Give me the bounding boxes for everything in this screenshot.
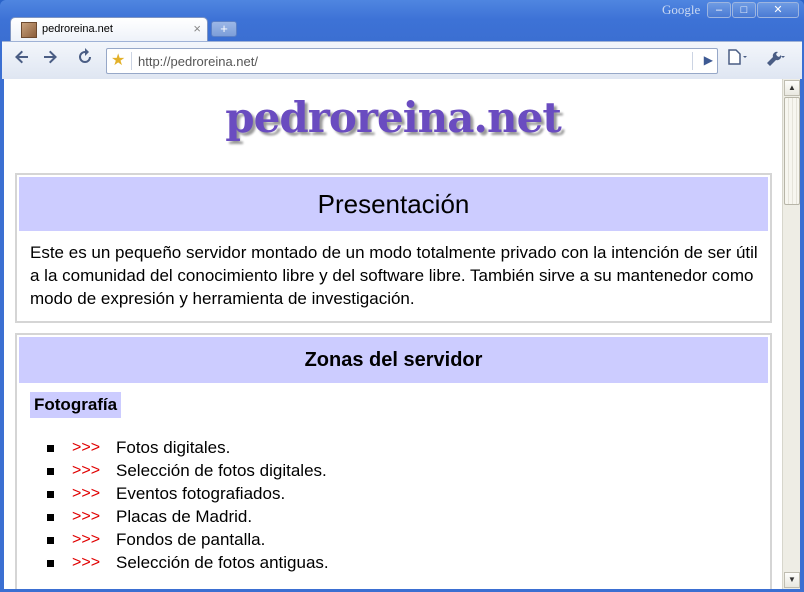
site-logo[interactable]: pedroreina.net — [4, 93, 782, 142]
bullet-icon — [47, 537, 54, 544]
minimize-button[interactable]: – — [707, 2, 731, 18]
tab-pedroreina[interactable]: pedroreina.net × — [10, 17, 208, 41]
tab-title: pedroreina.net — [42, 23, 113, 35]
tab-strip: pedroreina.net × + Google – □ ✕ — [0, 0, 804, 42]
list-item-text: Eventos fotografiados. — [116, 484, 286, 503]
list-item-text: Selección de fotos digitales. — [116, 461, 327, 480]
bullet-icon — [47, 468, 54, 475]
zones-box: Zonas del servidor Fotografía >>> Fotos d… — [15, 333, 772, 589]
address-bar[interactable]: ★ http://pedroreina.net/ ▶ — [106, 48, 718, 74]
favicon-icon — [21, 22, 37, 38]
go-icon[interactable]: ▶ — [704, 53, 713, 67]
new-tab-button[interactable]: + — [211, 21, 237, 37]
bullet-icon — [47, 491, 54, 498]
page-menu-icon[interactable] — [720, 48, 754, 72]
toolbar: ★ http://pedroreina.net/ ▶ — [2, 41, 802, 79]
presentation-heading: Presentación — [19, 177, 768, 231]
maximize-button[interactable]: □ — [732, 2, 756, 18]
scroll-down-button[interactable]: ▼ — [784, 572, 800, 588]
link-arrows[interactable]: >>> — [72, 482, 100, 505]
omnibox-divider — [131, 52, 132, 70]
page-viewport: pedroreina.net Presentación Este es un p… — [4, 79, 782, 589]
link-arrows[interactable]: >>> — [72, 459, 100, 482]
list-item-text: Placas de Madrid. — [116, 507, 253, 526]
presentation-text: Este es un pequeño servidor montado de u… — [30, 243, 758, 308]
close-window-button[interactable]: ✕ — [757, 2, 799, 18]
star-icon[interactable]: ★ — [111, 51, 125, 71]
browser-window: pedroreina.net × + Google – □ ✕ ★ http:/… — [0, 0, 804, 592]
omnibox-divider-right — [692, 52, 693, 70]
scroll-up-button[interactable]: ▲ — [784, 80, 800, 96]
forward-icon[interactable] — [36, 48, 64, 72]
list-item-text: Selección de fotos antiguas. — [116, 553, 329, 572]
list-item-text: Fondos de pantalla. — [116, 530, 266, 549]
bullet-icon — [47, 560, 54, 567]
reload-icon[interactable] — [71, 48, 99, 72]
list-item-text: Fotos digitales. — [116, 438, 231, 457]
vertical-scrollbar[interactable]: ▲ ▼ — [782, 79, 800, 589]
back-icon[interactable] — [8, 48, 36, 72]
section-label-fotografia: Fotografía — [30, 392, 122, 418]
zones-heading: Zonas del servidor — [19, 337, 768, 383]
scroll-thumb[interactable] — [784, 97, 800, 205]
wrench-icon[interactable] — [758, 48, 792, 72]
link-arrows[interactable]: >>> — [72, 436, 100, 459]
link-arrows[interactable]: >>> — [72, 505, 100, 528]
link-arrows[interactable]: >>> — [72, 551, 100, 574]
link-arrows[interactable]: >>> — [72, 528, 100, 551]
presentation-box: Presentación Este es un pequeño servidor… — [15, 173, 772, 323]
bullet-icon — [47, 514, 54, 521]
search-engine-label: Google — [662, 2, 701, 17]
tab-close-icon[interactable]: × — [193, 21, 201, 37]
bullet-icon — [47, 445, 54, 452]
url-text[interactable]: http://pedroreina.net/ — [138, 54, 258, 69]
